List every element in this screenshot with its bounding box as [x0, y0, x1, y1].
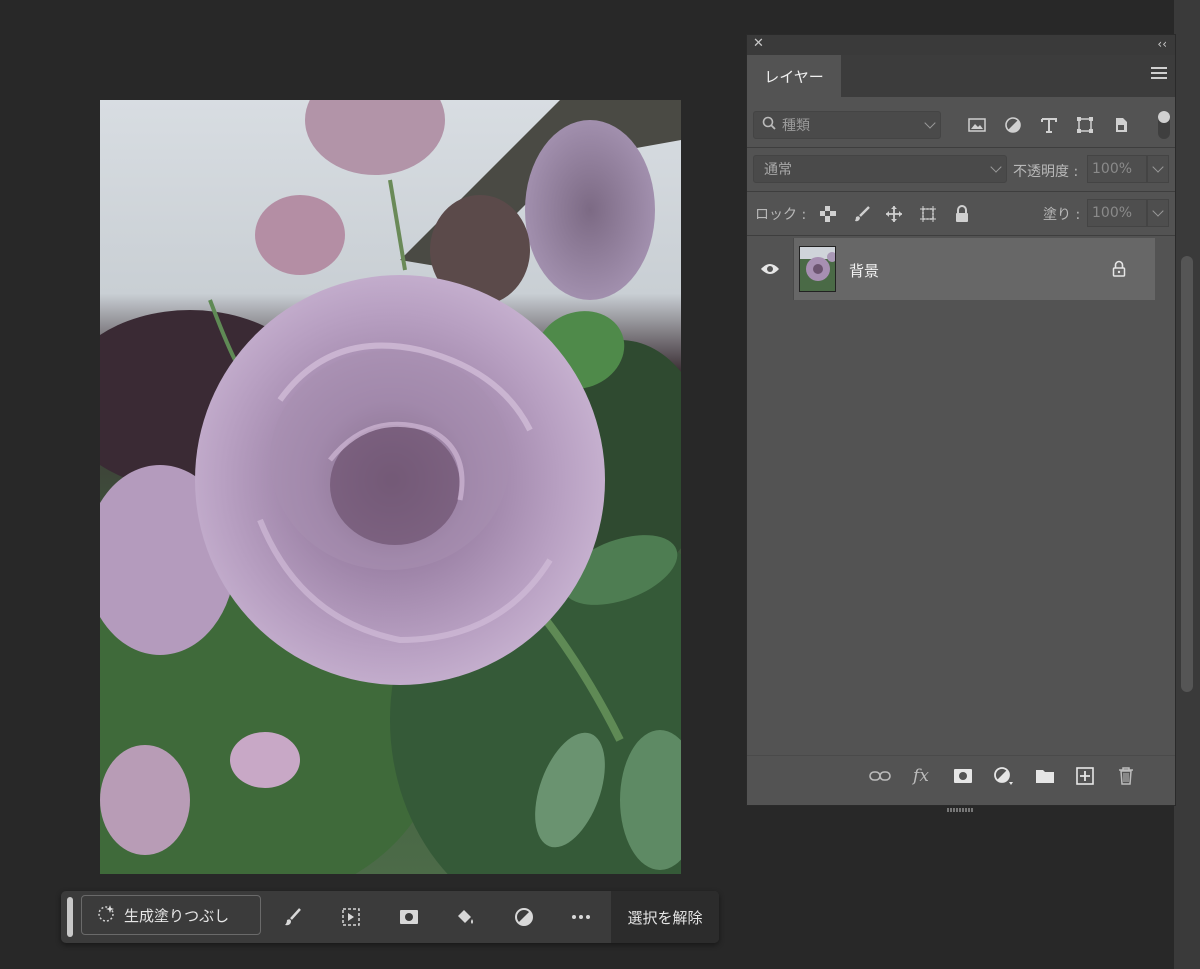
- adjustment-layer-icon[interactable]: [992, 765, 1016, 787]
- divider: [747, 191, 1175, 192]
- more-icon[interactable]: [565, 901, 597, 933]
- deselect-button[interactable]: 選択を解除: [611, 891, 719, 943]
- blend-mode-value: 通常: [764, 162, 792, 178]
- brush-icon[interactable]: [277, 901, 309, 933]
- fill-input[interactable]: 100%: [1087, 199, 1147, 227]
- image-filter-icon[interactable]: [965, 114, 989, 136]
- type-filter-icon[interactable]: [1037, 114, 1061, 136]
- rose-photo: [100, 100, 681, 874]
- lock-artboard-icon[interactable]: [917, 203, 939, 225]
- opacity-slider-toggle[interactable]: [1147, 155, 1169, 183]
- lock-transparency-icon[interactable]: [817, 203, 839, 225]
- taskbar-drag-handle[interactable]: [67, 897, 73, 937]
- divider: [747, 235, 1175, 236]
- contextual-task-bar: 生成塗りつぶし 選択を解除: [61, 891, 719, 943]
- panel-menu-icon[interactable]: [1151, 67, 1167, 83]
- filter-kind-label: 種類: [782, 118, 810, 134]
- opacity-input[interactable]: 100%: [1087, 155, 1147, 183]
- chevron-down-icon: [990, 161, 1002, 173]
- add-mask-icon[interactable]: [951, 765, 975, 787]
- panel-title-bar[interactable]: ✕ ‹‹: [747, 35, 1175, 55]
- lock-position-icon[interactable]: [883, 203, 905, 225]
- close-icon[interactable]: ✕: [753, 36, 764, 51]
- divider: [747, 755, 1175, 756]
- paint-bucket-icon[interactable]: [449, 901, 481, 933]
- fill-label: 塗り :: [1043, 207, 1081, 223]
- divider: [793, 238, 794, 300]
- trash-icon[interactable]: [1114, 765, 1138, 787]
- workspace-scrollbar[interactable]: [1181, 256, 1193, 692]
- lock-label: ロック :: [755, 207, 807, 223]
- eye-icon: [761, 264, 779, 274]
- chevron-down-icon: [924, 117, 936, 129]
- mask-icon[interactable]: [393, 901, 425, 933]
- layer-name[interactable]: 背景: [849, 260, 879, 281]
- sparkle-icon: [96, 903, 116, 927]
- smart-object-filter-icon[interactable]: [1109, 114, 1133, 136]
- search-icon: [762, 116, 776, 134]
- layers-panel: ✕ ‹‹ レイヤー 種類 通常 不透明度 : 100% ロック : 塗り: 1…: [746, 34, 1176, 812]
- selection-transform-icon[interactable]: [335, 901, 367, 933]
- visibility-toggle[interactable]: [747, 238, 793, 300]
- tab-layers[interactable]: レイヤー: [747, 55, 841, 97]
- generative-fill-button[interactable]: 生成塗りつぶし: [81, 895, 261, 935]
- opacity-label: 不透明度 :: [1013, 164, 1079, 180]
- layer-thumbnail: [799, 246, 836, 292]
- panel-footer: fx: [747, 757, 1175, 795]
- layer-lock-icon: [1111, 260, 1129, 278]
- panel-tab-row: レイヤー: [747, 55, 1175, 97]
- lock-pixels-icon[interactable]: [851, 203, 873, 225]
- collapse-icon[interactable]: ‹‹: [1157, 37, 1167, 51]
- document-canvas[interactable]: [100, 100, 681, 874]
- blend-mode-dropdown[interactable]: 通常: [753, 155, 1007, 183]
- fx-icon[interactable]: fx: [909, 765, 933, 787]
- fill-slider-toggle[interactable]: [1147, 199, 1169, 227]
- lock-all-icon[interactable]: [951, 203, 973, 225]
- panel-resize-grip[interactable]: [947, 797, 975, 812]
- layer-row[interactable]: 背景: [747, 238, 1155, 300]
- adjustment-filter-icon[interactable]: [1001, 114, 1025, 136]
- layer-filter-dropdown[interactable]: 種類: [753, 111, 941, 139]
- new-layer-icon[interactable]: [1073, 765, 1097, 787]
- link-icon[interactable]: [868, 765, 892, 787]
- generative-fill-label: 生成塗りつぶし: [124, 906, 230, 925]
- shape-filter-icon[interactable]: [1073, 114, 1097, 136]
- adjustment-icon[interactable]: [508, 901, 540, 933]
- group-folder-icon[interactable]: [1033, 765, 1057, 787]
- filter-toggle[interactable]: [1158, 111, 1170, 139]
- divider: [747, 147, 1175, 148]
